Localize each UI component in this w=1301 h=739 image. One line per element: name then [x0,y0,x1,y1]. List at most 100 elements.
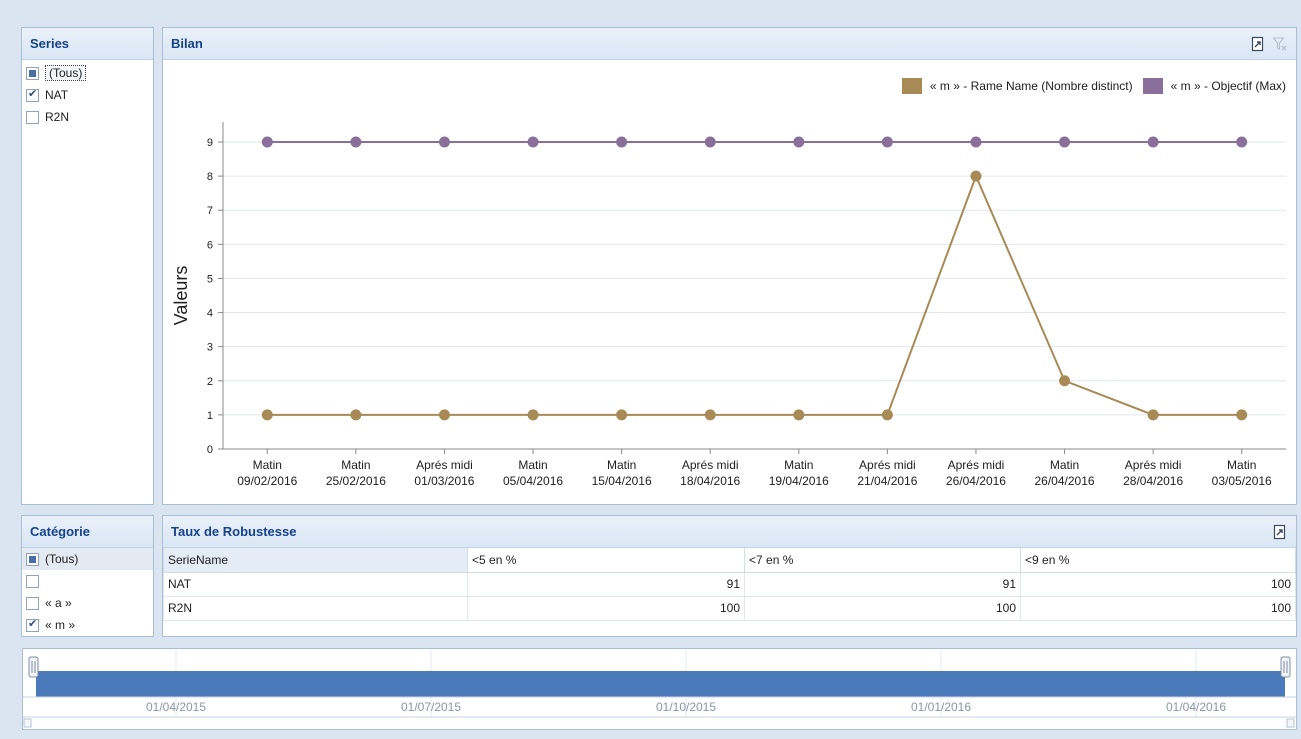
data-point-series1[interactable] [616,409,628,421]
x-tick-label: Aprés midi [948,458,1005,472]
series-filter-label: NAT [45,88,69,102]
table-cell[interactable]: 91 [467,571,745,597]
series-filter-item[interactable]: R2N [26,106,149,128]
checkbox[interactable] [26,617,39,632]
table-cell[interactable]: R2N [163,595,468,621]
x-tick-label: 09/02/2016 [237,474,297,488]
checkbox[interactable] [26,87,39,102]
export-icon[interactable] [1272,524,1288,540]
x-tick-label: 05/04/2016 [503,474,563,488]
table-cell[interactable]: NAT [163,571,468,597]
bilan-panel-header: Bilan [163,28,1296,60]
categorie-filter-item[interactable]: (Tous) [22,548,153,570]
scrollbar-left-button[interactable] [23,718,32,728]
data-point-series2[interactable] [616,136,628,148]
table-cell[interactable]: 91 [744,571,1021,597]
data-point-series1[interactable] [704,409,716,421]
x-tick-label: Matin [1050,458,1079,472]
categorie-filter-item[interactable]: « a » [22,592,153,614]
checkbox[interactable] [26,574,39,588]
data-point-series1[interactable] [881,409,893,421]
data-point-series2[interactable] [793,136,805,148]
series-filter-item[interactable]: NAT [26,84,149,106]
data-point-series2[interactable] [438,136,450,148]
y-tick-label: 1 [207,410,213,422]
data-point-series2[interactable] [1147,136,1159,148]
column-header[interactable]: <5 en % [467,548,745,573]
checkbox[interactable] [26,552,39,566]
y-tick-label: 0 [207,444,213,456]
x-tick-label: Aprés midi [416,458,473,472]
table-row[interactable]: NAT 91 91 100 [163,571,1296,597]
data-point-series1[interactable] [350,409,362,421]
data-point-series1[interactable] [1147,409,1159,421]
column-header[interactable]: <7 en % [744,548,1021,573]
data-point-series1[interactable] [970,170,982,182]
x-tick-label: 25/02/2016 [326,474,386,488]
range-track[interactable]: 01/04/2015 01/07/2015 01/10/2015 01/01/2016… [23,649,1296,729]
timeline-date-label: 01/01/2016 [911,700,971,714]
bilan-title: Bilan [171,36,203,51]
x-tick-label: Aprés midi [859,458,916,472]
y-tick-label: 9 [207,137,213,149]
categorie-filter-label: « a » [45,596,72,610]
categorie-filter-item[interactable]: « m » [22,614,153,636]
data-point-series2[interactable] [881,136,893,148]
date-range-navigator[interactable]: 01/04/2015 01/07/2015 01/10/2015 01/01/2016… [22,648,1297,730]
table-row[interactable]: R2N 100 100 100 [163,595,1296,621]
categorie-panel-title: Catégorie [30,524,90,539]
export-icon[interactable] [1250,36,1266,52]
data-point-series2[interactable] [527,136,539,148]
data-point-series2[interactable] [1059,136,1071,148]
data-point-series2[interactable] [970,136,982,148]
data-point-series1[interactable] [1236,409,1248,421]
range-handle-left[interactable] [28,656,39,678]
checkbox[interactable] [26,66,39,80]
x-tick-label: 03/05/2016 [1212,474,1272,488]
x-tick-label: Matin [341,458,370,472]
data-point-series1[interactable] [438,409,450,421]
clear-filter-icon[interactable] [1272,36,1288,52]
categorie-filter-label: « m » [45,618,76,632]
robustesse-panel: Taux de Robustesse SerieName <5 en % <7 … [162,515,1297,637]
y-tick-label: 3 [207,342,213,354]
data-point-series1[interactable] [261,409,273,421]
table-cell[interactable]: 100 [1020,595,1296,621]
column-header[interactable]: SerieName [163,548,468,573]
table-cell[interactable]: 100 [467,595,745,621]
checkbox[interactable] [26,596,39,610]
x-tick-label: Aprés midi [682,458,739,472]
data-point-series1[interactable] [793,409,805,421]
series-filter-label: (Tous) [45,65,87,81]
data-point-series2[interactable] [1236,136,1248,148]
categorie-filter-item[interactable] [22,570,153,592]
data-point-series1[interactable] [527,409,539,421]
scrollbar-right-button[interactable] [1286,718,1295,728]
timeline-date-label: 01/04/2016 [1166,700,1226,714]
line-chart: 0 1 2 3 4 5 6 7 8 9 Valeurs Matin 09/02/2016 Matin 25/… [171,122,1286,488]
table-header-row: SerieName <5 en % <7 en % <9 en % [163,548,1296,573]
x-tick-label: 18/04/2016 [680,474,740,488]
timeline-date-label: 01/07/2015 [401,700,461,714]
data-point-series2[interactable] [261,136,273,148]
x-tick-label: Matin [607,458,636,472]
column-header[interactable]: <9 en % [1020,548,1296,573]
y-axis-title: Valeurs [171,266,191,326]
data-point-series1[interactable] [1059,375,1071,387]
x-tick-label: 19/04/2016 [769,474,829,488]
series-filter-item[interactable]: (Tous) [26,62,149,84]
data-point-series2[interactable] [704,136,716,148]
series-filter-label: R2N [45,110,70,124]
timeline-date-label: 01/04/2015 [146,700,206,714]
categorie-filter-panel: Catégorie (Tous) « a » « m » [21,515,154,637]
x-tick-label: Matin [518,458,547,472]
selected-range-bar[interactable] [36,671,1285,697]
table-cell[interactable]: 100 [1020,571,1296,597]
y-tick-label: 6 [207,239,213,251]
categorie-panel-header: Catégorie [22,516,153,548]
range-handle-right[interactable] [1280,656,1291,678]
data-point-series2[interactable] [350,136,362,148]
x-tick-label: 15/04/2016 [592,474,652,488]
checkbox[interactable] [26,110,39,124]
table-cell[interactable]: 100 [744,595,1021,621]
